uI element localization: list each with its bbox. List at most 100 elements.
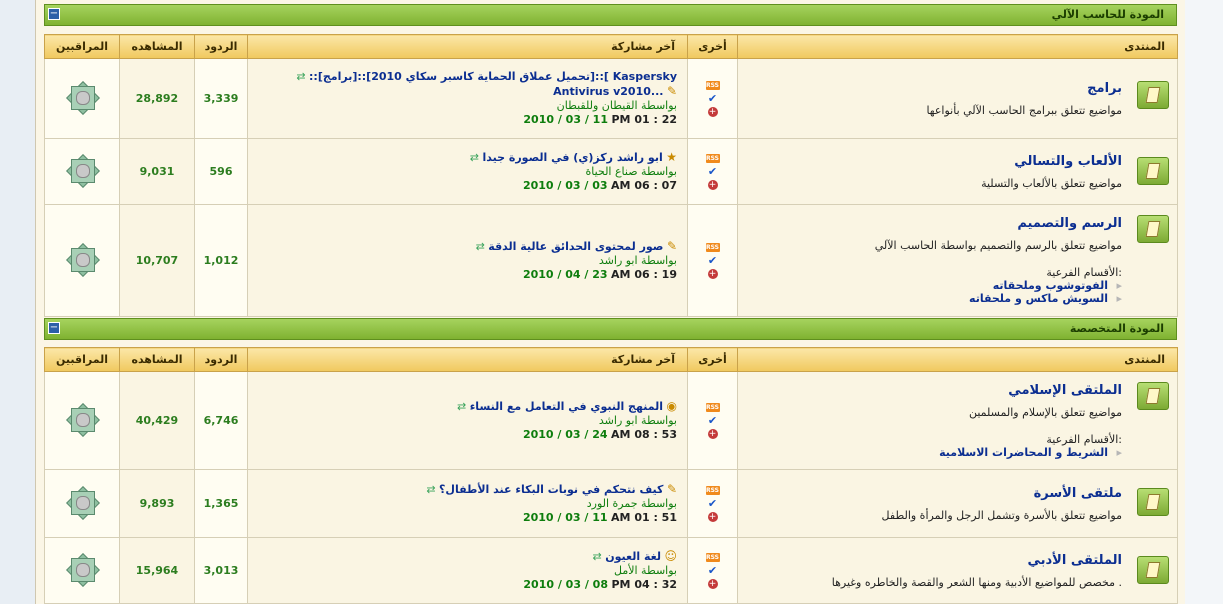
table-row: 9,893 1,365 ⇄ كيف نتحكم في نوبات البكاء … [44, 469, 1178, 538]
goto-new-post-icon[interactable]: ⇄ [476, 240, 485, 253]
last-post-time: AM 06 : 07 [611, 179, 677, 192]
col-moderators: المراقبين [44, 347, 120, 372]
subscribe-icon[interactable]: + [707, 106, 718, 117]
rss-icon[interactable]: RSS [705, 552, 720, 562]
forum-name[interactable]: برامج [738, 81, 1122, 96]
rss-icon[interactable]: RSS [705, 153, 720, 163]
category-title[interactable]: المودة للحاسب الآلي [1052, 8, 1164, 21]
category-header: المودة المتخصصة − [44, 318, 1177, 340]
mark-read-icon[interactable]: ✔ [688, 255, 737, 266]
last-post-time: AM 01 : 51 [611, 511, 677, 524]
forum-table: المراقبين المشاهده الردود آخر مشاركة أخر… [44, 34, 1178, 317]
moderator-badge-icon[interactable] [67, 554, 97, 584]
col-forum: المنتدى [737, 347, 1178, 372]
forum-cell: الملتقى الإسلامي مواضيع تتعلق بالإسلام و… [737, 371, 1178, 470]
lightbulb-icon: ◉ [666, 399, 677, 413]
last-post-title[interactable]: صور لمحتوى الحدائق عالية الدقة [488, 240, 663, 253]
pencil-icon: ✎ [666, 84, 677, 98]
mark-read-icon[interactable]: ✔ [688, 565, 737, 576]
last-post-date: 2010 / 03 / 11 [523, 113, 608, 126]
category-title[interactable]: المودة المتخصصة [1070, 322, 1164, 335]
last-post-title[interactable]: ::[برامج]::[تحميل عملاق الحماية كاسبر سك… [309, 70, 677, 98]
forum-name[interactable]: الرسم والتصميم [738, 216, 1122, 231]
forum-description: مواضيع تتعلق بالألعاب والتسلية [981, 176, 1122, 190]
moderator-badge-icon[interactable] [67, 155, 97, 185]
forum-folder-icon [1137, 382, 1169, 410]
category-header: المودة للحاسب الآلي − [44, 4, 1177, 26]
last-poster[interactable]: ابو راشد [599, 414, 638, 427]
moderator-badge-icon[interactable] [67, 404, 97, 434]
last-poster[interactable]: جمرة الورد [587, 497, 638, 510]
subforum-link[interactable]: السويش ماكس و ملحقاته [738, 292, 1122, 305]
replies-count: 3,339 [194, 58, 248, 139]
moderator-cell [44, 138, 120, 205]
rss-icon[interactable]: RSS [705, 242, 720, 252]
moderator-cell [44, 204, 120, 317]
forum-folder-icon [1137, 215, 1169, 243]
forum-name[interactable]: الألعاب والتسالي [738, 154, 1122, 169]
views-count: 10,707 [119, 204, 195, 317]
forum-name[interactable]: الملتقى الأدبي [738, 553, 1122, 568]
table-header-row: المراقبين المشاهده الردود آخر مشاركة أخر… [44, 347, 1178, 372]
forum-cell: الألعاب والتسالي مواضيع تتعلق بالألعاب و… [737, 138, 1178, 205]
pencil-icon: ✎ [666, 239, 677, 253]
misc-cell: RSS ✔ + [687, 58, 738, 139]
subforums-label: الأقسام الفرعية: [1046, 432, 1122, 446]
subforums-label: الأقسام الفرعية: [1046, 266, 1122, 279]
subscribe-icon[interactable]: + [707, 578, 718, 589]
table-row: 15,964 3,013 ⇄ لغة العيون ☺ بواسطة الأمل… [44, 537, 1178, 604]
views-count: 40,429 [119, 371, 195, 470]
replies-count: 3,013 [194, 537, 248, 604]
goto-new-post-icon[interactable]: ⇄ [426, 483, 435, 496]
forum-cell: الملتقى الأدبي مخصص للمواضيع الأدبية ومن… [737, 537, 1178, 604]
mark-read-icon[interactable]: ✔ [688, 166, 737, 177]
forum-table: المراقبين المشاهده الردود آخر مشاركة أخر… [44, 347, 1178, 604]
table-row: 9,031 596 ⇄ ابو راشد ركز(ي) في الصورة جي… [44, 138, 1178, 205]
moderator-badge-icon[interactable] [67, 82, 97, 112]
moderator-badge-icon[interactable] [67, 244, 97, 274]
table-row: 40,429 6,746 ⇄ المنهج النبوي في التعامل … [44, 371, 1178, 470]
last-post-date: 2010 / 03 / 08 [523, 578, 608, 591]
mark-read-icon[interactable]: ✔ [688, 93, 737, 104]
star-icon: ★ [666, 150, 677, 164]
subforum-link[interactable]: الشريط و المحاضرات الاسلامية [738, 446, 1122, 459]
subscribe-icon[interactable]: + [707, 268, 718, 279]
last-post-title[interactable]: المنهج النبوي في التعامل مع النساء [470, 400, 663, 413]
goto-new-post-icon[interactable]: ⇄ [296, 70, 305, 83]
subforum-link[interactable]: الفوتوشوب وملحقاته [738, 279, 1122, 292]
last-post-cell: ⇄ ابو راشد ركز(ي) في الصورة جيدا ★ بواسط… [247, 138, 688, 205]
rss-icon[interactable]: RSS [705, 485, 720, 495]
category-specialized: المودة المتخصصة − المراقبين المشاهده الر… [44, 318, 1178, 604]
last-post-title[interactable]: ابو راشد ركز(ي) في الصورة جيدا [482, 151, 662, 164]
last-post-title[interactable]: لغة العيون [605, 550, 661, 563]
last-poster[interactable]: صناع الحياة [586, 165, 638, 178]
replies-count: 596 [194, 138, 248, 205]
subscribe-icon[interactable]: + [707, 179, 718, 190]
last-poster[interactable]: ابو راشد [599, 254, 638, 267]
goto-new-post-icon[interactable]: ⇄ [457, 400, 466, 413]
category-computer: المودة للحاسب الآلي − المراقبين المشاهده… [44, 4, 1178, 317]
moderator-badge-icon[interactable] [67, 487, 97, 517]
collapse-button[interactable]: − [48, 8, 60, 20]
col-replies: الردود [194, 347, 248, 372]
last-poster[interactable]: الأمل [614, 564, 638, 577]
mark-read-icon[interactable]: ✔ [688, 415, 737, 426]
last-post-cell: ⇄ المنهج النبوي في التعامل مع النساء ◉ ب… [247, 371, 688, 470]
mark-read-icon[interactable]: ✔ [688, 498, 737, 509]
goto-new-post-icon[interactable]: ⇄ [470, 151, 479, 164]
last-poster[interactable]: القيطان وللقبطان [557, 99, 638, 112]
collapse-button[interactable]: − [48, 322, 60, 334]
last-post-date: 2010 / 03 / 11 [522, 511, 608, 524]
goto-new-post-icon[interactable]: ⇄ [593, 550, 602, 563]
misc-cell: RSS ✔ + [687, 138, 738, 205]
smiley-icon: ☺ [664, 549, 677, 563]
forum-name[interactable]: الملتقى الإسلامي [738, 383, 1122, 398]
forum-description: مواضيع تتعلق بالأسرة وتشمل الرجل والمرأة… [881, 508, 1122, 522]
rss-icon[interactable]: RSS [705, 80, 720, 90]
rss-icon[interactable]: RSS [705, 402, 720, 412]
subscribe-icon[interactable]: + [707, 428, 718, 439]
subscribe-icon[interactable]: + [707, 511, 718, 522]
last-post-title[interactable]: كيف نتحكم في نوبات البكاء عند الأطفال؟ [439, 483, 663, 496]
last-post-time: AM 06 : 19 [611, 268, 677, 281]
forum-name[interactable]: ملتقى الأسرة [738, 486, 1122, 501]
